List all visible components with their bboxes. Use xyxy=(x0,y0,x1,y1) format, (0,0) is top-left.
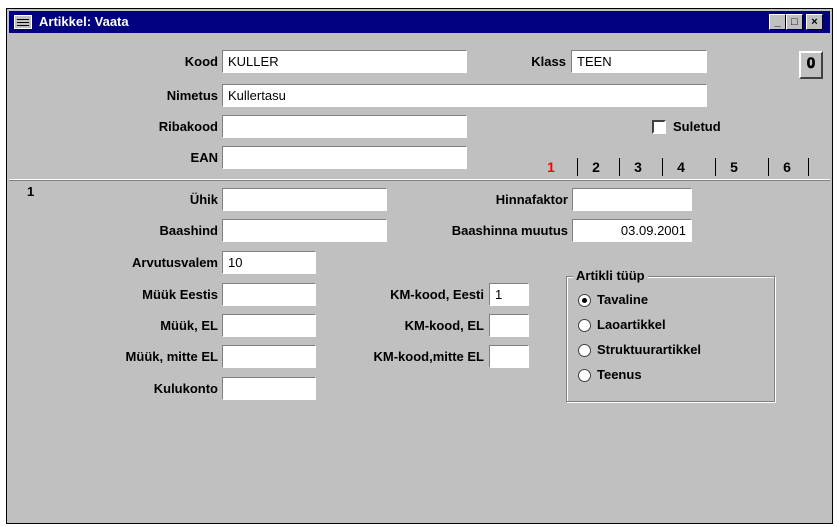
baashind-field[interactable] xyxy=(222,219,387,242)
radio-tavaline-label: Tavaline xyxy=(597,292,649,307)
myyk-el-field[interactable] xyxy=(222,314,316,337)
radio-tavaline[interactable] xyxy=(578,294,591,307)
paperclip-icon[interactable]: 𝟎 xyxy=(799,51,823,79)
radio-teenus-label: Teenus xyxy=(597,367,642,382)
km-kood-mitte-el-label: KM-kood,mitte EL xyxy=(373,349,485,364)
tab-4[interactable]: 4 xyxy=(664,155,698,179)
page-number: 1 xyxy=(27,184,35,199)
radio-teenus[interactable] xyxy=(578,369,591,382)
artikli-tyyp-title: Artikli tüüp xyxy=(573,268,648,283)
minimize-button[interactable]: _ xyxy=(769,14,786,30)
arvutusvalem-label: Arvutusvalem xyxy=(132,255,218,270)
ean-field[interactable] xyxy=(222,146,467,169)
yhik-field[interactable] xyxy=(222,188,387,211)
tab-separator xyxy=(768,158,769,176)
baashinna-muutus-label: Baashinna muutus xyxy=(451,223,568,238)
km-kood-el-label: KM-kood, EL xyxy=(404,318,484,333)
myyk-eestis-field[interactable] xyxy=(222,283,316,306)
tab-separator xyxy=(715,158,716,176)
ean-label: EAN xyxy=(190,150,218,165)
tab-5[interactable]: 5 xyxy=(717,155,751,179)
tab-separator xyxy=(662,158,663,176)
myyk-mitte-el-field[interactable] xyxy=(222,345,316,368)
tab-6[interactable]: 6 xyxy=(770,155,804,179)
tab-divider xyxy=(9,179,830,181)
title-bar[interactable]: Artikkel: Vaata _ □ × xyxy=(9,11,830,33)
myyk-el-label: Müük, EL xyxy=(160,318,218,333)
myyk-mitte-el-label: Müük, mitte EL xyxy=(125,349,218,364)
close-button[interactable]: × xyxy=(806,14,823,30)
radio-laoartikkel[interactable] xyxy=(578,319,591,332)
baashinna-muutus-field[interactable]: 03.09.2001 xyxy=(572,219,692,242)
window-title: Artikkel: Vaata xyxy=(39,14,129,29)
klass-label: Klass xyxy=(531,54,566,69)
arvutusvalem-field[interactable]: 10 xyxy=(222,251,316,274)
tab-3[interactable]: 3 xyxy=(621,155,655,179)
km-kood-mitte-el-field[interactable] xyxy=(489,345,529,368)
kulukonto-field[interactable] xyxy=(222,377,316,400)
nimetus-label: Nimetus xyxy=(166,88,218,103)
suletud-label: Suletud xyxy=(673,119,721,134)
km-kood-eesti-field[interactable]: 1 xyxy=(489,283,529,306)
radio-struktuurartikkel[interactable] xyxy=(578,344,591,357)
hinnafaktor-field[interactable] xyxy=(572,188,692,211)
km-kood-eesti-label: KM-kood, Eesti xyxy=(390,287,484,302)
km-kood-el-field[interactable] xyxy=(489,314,529,337)
radio-laoartikkel-label: Laoartikkel xyxy=(597,317,666,332)
kulukonto-label: Kulukonto xyxy=(153,381,218,396)
kood-label: Kood xyxy=(184,54,218,69)
radio-struktuurartikkel-label: Struktuurartikkel xyxy=(597,342,702,357)
myyk-eestis-label: Müük Eestis xyxy=(142,287,218,302)
tab-separator xyxy=(808,158,809,176)
ribakood-field[interactable] xyxy=(222,115,467,138)
tab-1[interactable]: 1 xyxy=(533,155,569,179)
kood-field[interactable]: KULLER xyxy=(222,50,467,73)
hinnafaktor-label: Hinnafaktor xyxy=(495,192,568,207)
window-doc-icon xyxy=(14,15,32,29)
baashind-label: Baashind xyxy=(159,223,218,238)
yhik-label: Ühik xyxy=(189,192,218,207)
artikli-tyyp-group: Artikli tüüp Tavaline Laoartikkel Strukt… xyxy=(566,268,775,402)
tab-separator xyxy=(577,158,578,176)
klass-field[interactable]: TEEN xyxy=(571,50,707,73)
tab-separator xyxy=(619,158,620,176)
nimetus-field[interactable]: Kullertasu xyxy=(222,84,707,107)
tab-2[interactable]: 2 xyxy=(579,155,613,179)
ribakood-label: Ribakood xyxy=(158,119,218,134)
maximize-button[interactable]: □ xyxy=(786,14,803,30)
suletud-checkbox[interactable] xyxy=(652,120,666,134)
article-window: Artikkel: Vaata _ □ × Kood KULLER Klass … xyxy=(6,8,833,524)
